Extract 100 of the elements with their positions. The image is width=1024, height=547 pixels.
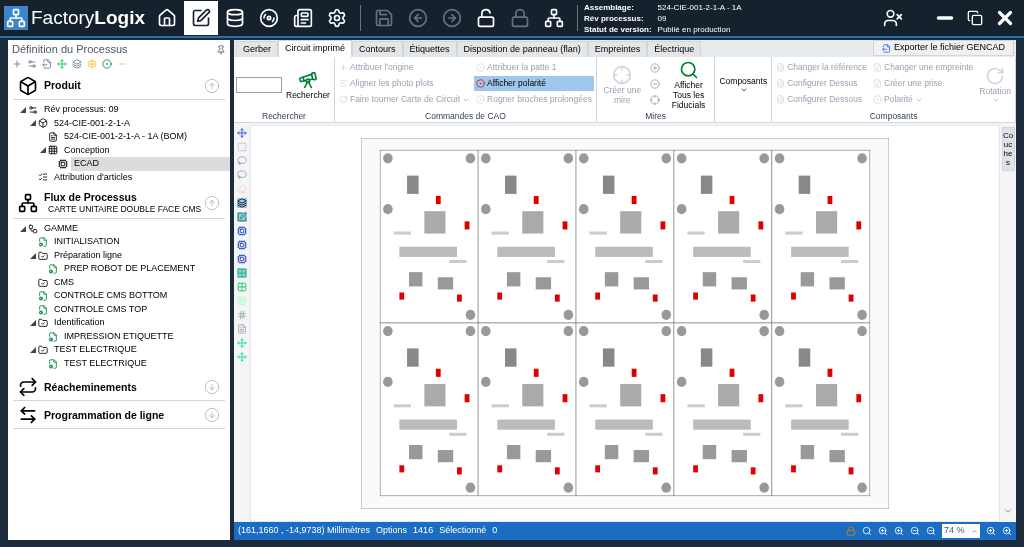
chevron-icon[interactable] xyxy=(1003,506,1013,516)
section-title[interactable]: Produit xyxy=(44,79,204,93)
user-icon[interactable] xyxy=(883,8,903,28)
back-icon[interactable] xyxy=(408,8,428,28)
gear-icon[interactable] xyxy=(27,59,37,69)
folder-icon xyxy=(38,277,48,288)
group-title: Commandes de CAO xyxy=(424,110,507,122)
tree-item[interactable]: INITIALISATION xyxy=(51,235,123,249)
tab[interactable]: Gerber xyxy=(236,41,278,57)
tree-item[interactable]: Identification xyxy=(51,316,108,330)
ribbon-button[interactable]: Composants xyxy=(717,76,770,94)
group-title: Composants xyxy=(868,110,919,122)
tree-item[interactable]: GAMME xyxy=(41,221,81,236)
disc-icon[interactable] xyxy=(259,8,279,28)
search-icon xyxy=(678,60,699,80)
operation-icon xyxy=(48,264,58,274)
tab[interactable]: Disposition de panneau (flan) xyxy=(456,41,588,57)
expander-icon[interactable] xyxy=(20,106,26,113)
expander-icon[interactable] xyxy=(30,320,36,326)
section-title[interactable]: Flux de Processus xyxy=(44,191,204,205)
tab[interactable]: Circuit imprimé xyxy=(278,40,353,57)
forward-icon[interactable] xyxy=(442,8,462,28)
save-icon[interactable] xyxy=(374,8,394,28)
tab[interactable]: Électrique xyxy=(647,41,702,57)
tree-item[interactable]: CONTROLE CMS BOTTOM xyxy=(51,289,171,303)
ribbon-button[interactable]: Afficher polarité xyxy=(474,76,594,91)
chip-icon[interactable] xyxy=(237,254,247,264)
circle-icon[interactable] xyxy=(102,59,112,69)
zoom-in-icon[interactable] xyxy=(986,526,996,536)
side-tab[interactable]: Couches xyxy=(1001,127,1015,171)
export-button[interactable]: Exporter le fichier GENCAD xyxy=(872,40,1014,56)
tree-item[interactable]: PREP ROBOT DE PLACEMENT xyxy=(61,262,199,276)
ribbon-button[interactable]: Rechercher xyxy=(284,70,332,100)
reroute-icon xyxy=(18,377,38,398)
zoom-out-icon[interactable] xyxy=(910,526,920,536)
logo-icon xyxy=(4,6,28,30)
zoom-icon[interactable] xyxy=(894,526,904,536)
tree-item[interactable]: Attribution d'articles xyxy=(51,170,136,184)
lasso-icon[interactable] xyxy=(237,170,247,180)
database-icon[interactable] xyxy=(225,8,245,28)
expander-icon[interactable] xyxy=(30,120,36,127)
tree-item[interactable]: IMPRESSION ETIQUETTE xyxy=(61,329,177,344)
bom-icon xyxy=(48,131,58,142)
chip-icon[interactable] xyxy=(237,240,247,250)
tree-item[interactable]: 524-CIE-001-2-1-A xyxy=(51,116,134,130)
tree-item[interactable]: TEST ELECTRIQUE xyxy=(61,356,150,371)
lasso-icon[interactable] xyxy=(237,156,247,166)
edit-button[interactable] xyxy=(184,1,218,35)
design-icon xyxy=(48,145,58,156)
section-title[interactable]: Programmation de ligne xyxy=(44,408,204,422)
flow-icon xyxy=(18,192,38,213)
tree-item[interactable]: Rév processus: 09 xyxy=(41,103,122,117)
folder-icon xyxy=(38,318,48,328)
options-count: 1416 xyxy=(413,524,434,538)
tree-item[interactable]: Conception xyxy=(61,143,113,157)
ecad-icon xyxy=(58,158,68,169)
lock-icon[interactable] xyxy=(510,8,530,28)
search-field[interactable] xyxy=(236,77,282,93)
unlock-icon[interactable] xyxy=(476,8,496,28)
section-title[interactable]: Réacheminements xyxy=(44,380,204,394)
tree-item[interactable]: TEST ELECTRIQUE xyxy=(51,343,140,357)
pen-icon[interactable] xyxy=(237,212,247,222)
tab[interactable]: Empreintes xyxy=(587,41,648,57)
align-icon xyxy=(338,79,348,88)
move-icon[interactable] xyxy=(57,59,67,69)
expander-icon[interactable] xyxy=(20,225,26,232)
tree-item[interactable]: CMS xyxy=(51,275,77,290)
expander-icon[interactable] xyxy=(40,147,46,154)
rotate-icon xyxy=(985,66,1006,86)
add-icon xyxy=(650,62,661,73)
pan-icon[interactable] xyxy=(237,128,247,138)
selected-count: 0 xyxy=(492,524,498,538)
tab[interactable]: Étiquettes xyxy=(402,41,457,57)
zoom-out-icon[interactable] xyxy=(926,526,936,536)
layers-icon[interactable] xyxy=(237,198,247,208)
home-icon[interactable] xyxy=(157,8,177,28)
zoom-fit-icon[interactable] xyxy=(862,526,872,536)
tree-item[interactable]: Préparation ligne xyxy=(51,248,126,263)
document-icon xyxy=(776,63,786,72)
tree-item[interactable]: CONTROLE CMS TOP xyxy=(51,302,151,317)
add-icon[interactable] xyxy=(12,59,22,69)
tree-item[interactable]: ECAD xyxy=(71,157,230,171)
chip-icon[interactable] xyxy=(237,226,247,236)
expander-icon[interactable] xyxy=(30,252,36,259)
ribbon-button[interactable]: Afficher Tous les Fiducials xyxy=(664,60,713,110)
zoom-in-icon[interactable] xyxy=(1002,526,1012,536)
hash-icon[interactable] xyxy=(237,310,247,320)
zoom-field[interactable]: 74 % xyxy=(942,524,980,538)
rotate-icon xyxy=(338,95,348,104)
crosshair-icon xyxy=(612,65,633,85)
panel-title: Définition du Processus xyxy=(12,42,128,58)
restore-icon[interactable] xyxy=(967,10,983,26)
remove-icon xyxy=(650,78,661,89)
spinner-icon[interactable] xyxy=(971,527,978,535)
tree-item[interactable]: 524-CIE-001-2-1-A - 1A (BOM) xyxy=(61,130,191,144)
hierarchy-icon[interactable] xyxy=(544,8,564,28)
expander-icon[interactable] xyxy=(30,347,36,353)
zoom-icon[interactable] xyxy=(878,526,888,536)
operation-icon xyxy=(48,331,58,342)
tab[interactable]: Contours xyxy=(352,41,403,57)
